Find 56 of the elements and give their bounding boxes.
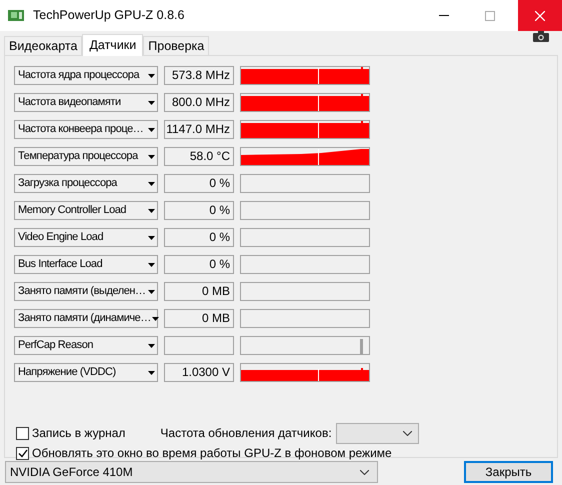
dropdown-arrow-icon <box>148 182 155 186</box>
sensor-dropdown[interactable]: Частота ядра процессора <box>14 66 158 85</box>
sensor-value: 1.0300 V <box>164 363 234 382</box>
sensor-value: 573.8 MHz <box>164 66 234 85</box>
sensor-value: 0 % <box>164 201 234 220</box>
dropdown-arrow-icon <box>148 262 155 266</box>
dropdown-arrow-icon <box>148 74 155 78</box>
sensor-dropdown[interactable]: PerfCap Reason <box>14 336 158 355</box>
sensor-dropdown[interactable]: Занято памяти (динамиче… <box>14 309 158 328</box>
checkbox-label: Запись в журнал <box>32 425 126 442</box>
sensor-value: 58.0 °C <box>164 147 234 166</box>
refresh-rate-label: Частота обновления датчиков: <box>160 425 332 442</box>
checkmark-icon <box>18 448 28 458</box>
sensor-value: 800.0 MHz <box>164 93 234 112</box>
tab[interactable]: Видеокарта <box>4 36 82 55</box>
close-button[interactable] <box>518 0 562 31</box>
tab[interactable]: Проверка <box>143 36 210 55</box>
sensor-dropdown[interactable]: Bus Interface Load <box>14 255 158 274</box>
sensor-dropdown[interactable]: Memory Controller Load <box>14 201 158 220</box>
dropdown-arrow-icon <box>148 208 155 212</box>
dropdown-arrow-icon <box>148 128 155 132</box>
sensor-value: 0 % <box>164 174 234 193</box>
sensor-value: 0 MB <box>164 282 234 301</box>
sensor-dropdown[interactable]: Напряжение (VDDC) <box>14 363 158 382</box>
camera-icon[interactable] <box>533 31 549 42</box>
sensor-value: 1147.0 MHz <box>164 120 234 139</box>
chevron-down-icon <box>402 430 412 436</box>
close-button[interactable]: Закрыть <box>464 461 553 483</box>
sensor-value: 0 % <box>164 228 234 247</box>
sensor-dropdown[interactable]: Загрузка процессора <box>14 174 158 193</box>
close-icon <box>535 10 545 20</box>
checkbox[interactable] <box>16 426 29 440</box>
gpu-dropdown[interactable]: NVIDIA GeForce 410M <box>5 461 378 483</box>
app-icon <box>8 9 24 22</box>
checkbox[interactable] <box>16 446 29 460</box>
checkbox-label: Обновлять это окно во время работы GPU-Z в фоновом режиме <box>32 445 392 462</box>
dropdown-arrow-icon <box>148 236 155 240</box>
maximize-icon[interactable] <box>485 10 495 20</box>
sensor-dropdown[interactable]: Температура процессора <box>14 147 158 166</box>
sensor-value <box>164 336 234 355</box>
chevron-down-icon <box>360 470 369 474</box>
dropdown-arrow-icon <box>148 100 155 104</box>
sensor-dropdown[interactable]: Частота конвеера проце… <box>14 120 158 139</box>
dropdown-arrow-icon <box>152 316 159 320</box>
window-title: TechPowerUp GPU-Z 0.8.6 <box>33 7 184 24</box>
sensor-value: 0 MB <box>164 309 234 328</box>
dropdown-arrow-icon <box>148 290 155 294</box>
sensor-dropdown[interactable]: Video Engine Load <box>14 228 158 247</box>
dropdown-arrow-icon <box>148 154 155 158</box>
dropdown-arrow-icon <box>148 370 155 374</box>
sensor-dropdown[interactable]: Частота видеопамяти <box>14 93 158 112</box>
tab[interactable]: Датчики <box>82 34 144 56</box>
sensor-value: 0 % <box>164 255 234 274</box>
sensor-dropdown[interactable]: Занято памяти (выделен… <box>14 282 158 301</box>
gpu-name: NVIDIA GeForce 410M <box>10 464 134 481</box>
dropdown-arrow-icon <box>148 344 155 348</box>
